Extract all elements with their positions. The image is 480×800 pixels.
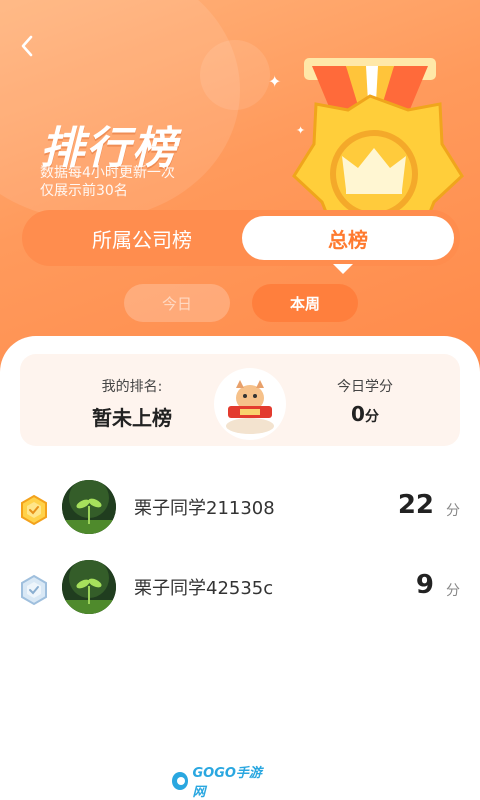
gogo-logo-icon [172, 772, 189, 790]
avatar [62, 480, 116, 534]
tab-overall[interactable]: 总榜 [242, 216, 454, 260]
avatar [62, 560, 116, 614]
list-item[interactable]: 栗子同学42535c 9 分 [0, 560, 480, 620]
silver-badge-icon [21, 574, 47, 606]
watermark-text: GOGO手游网 [192, 766, 262, 800]
header-banner: 排行榜 数据每4小时更新一次 仅展示前30名 ✦ ✦ [0, 0, 480, 372]
sprout-icon [62, 480, 116, 534]
user-name: 栗子同学42535c [134, 578, 274, 599]
user-score: 9 [415, 570, 434, 600]
my-rank-label: 我的排名: [101, 379, 163, 395]
today-credits-label: 今日学分 [337, 379, 393, 395]
user-score: 22 [397, 490, 434, 520]
user-name: 栗子同学211308 [134, 498, 275, 519]
today-credits-value: 0分 [351, 402, 379, 426]
score-unit: 分 [446, 583, 460, 599]
medal-icon [292, 58, 464, 232]
sparkle-icon: ✦ [268, 72, 282, 91]
update-note: 数据每4小时更新一次 [40, 165, 175, 181]
sprout-icon [62, 560, 116, 614]
score-unit: 分 [446, 503, 460, 519]
tab-company[interactable]: 所属公司榜 [22, 210, 262, 266]
top-limit-note: 仅展示前30名 [40, 183, 128, 199]
decorative-circle [200, 40, 270, 110]
mascot-icon [226, 380, 274, 434]
my-rank-value: 暂未上榜 [92, 406, 172, 430]
chevron-left-icon [21, 35, 33, 57]
active-tab-pointer [333, 264, 353, 274]
avatar [214, 368, 286, 440]
ranking-tabs: 所属公司榜 总榜 [22, 210, 460, 266]
period-today[interactable]: 今日 [124, 284, 230, 322]
watermark-logo: GOGO手游网 [172, 766, 268, 800]
back-button[interactable] [14, 32, 40, 60]
period-week[interactable]: 本周 [252, 284, 358, 322]
gold-badge-icon [21, 494, 47, 526]
list-item[interactable]: 栗子同学211308 22 分 [0, 480, 480, 540]
